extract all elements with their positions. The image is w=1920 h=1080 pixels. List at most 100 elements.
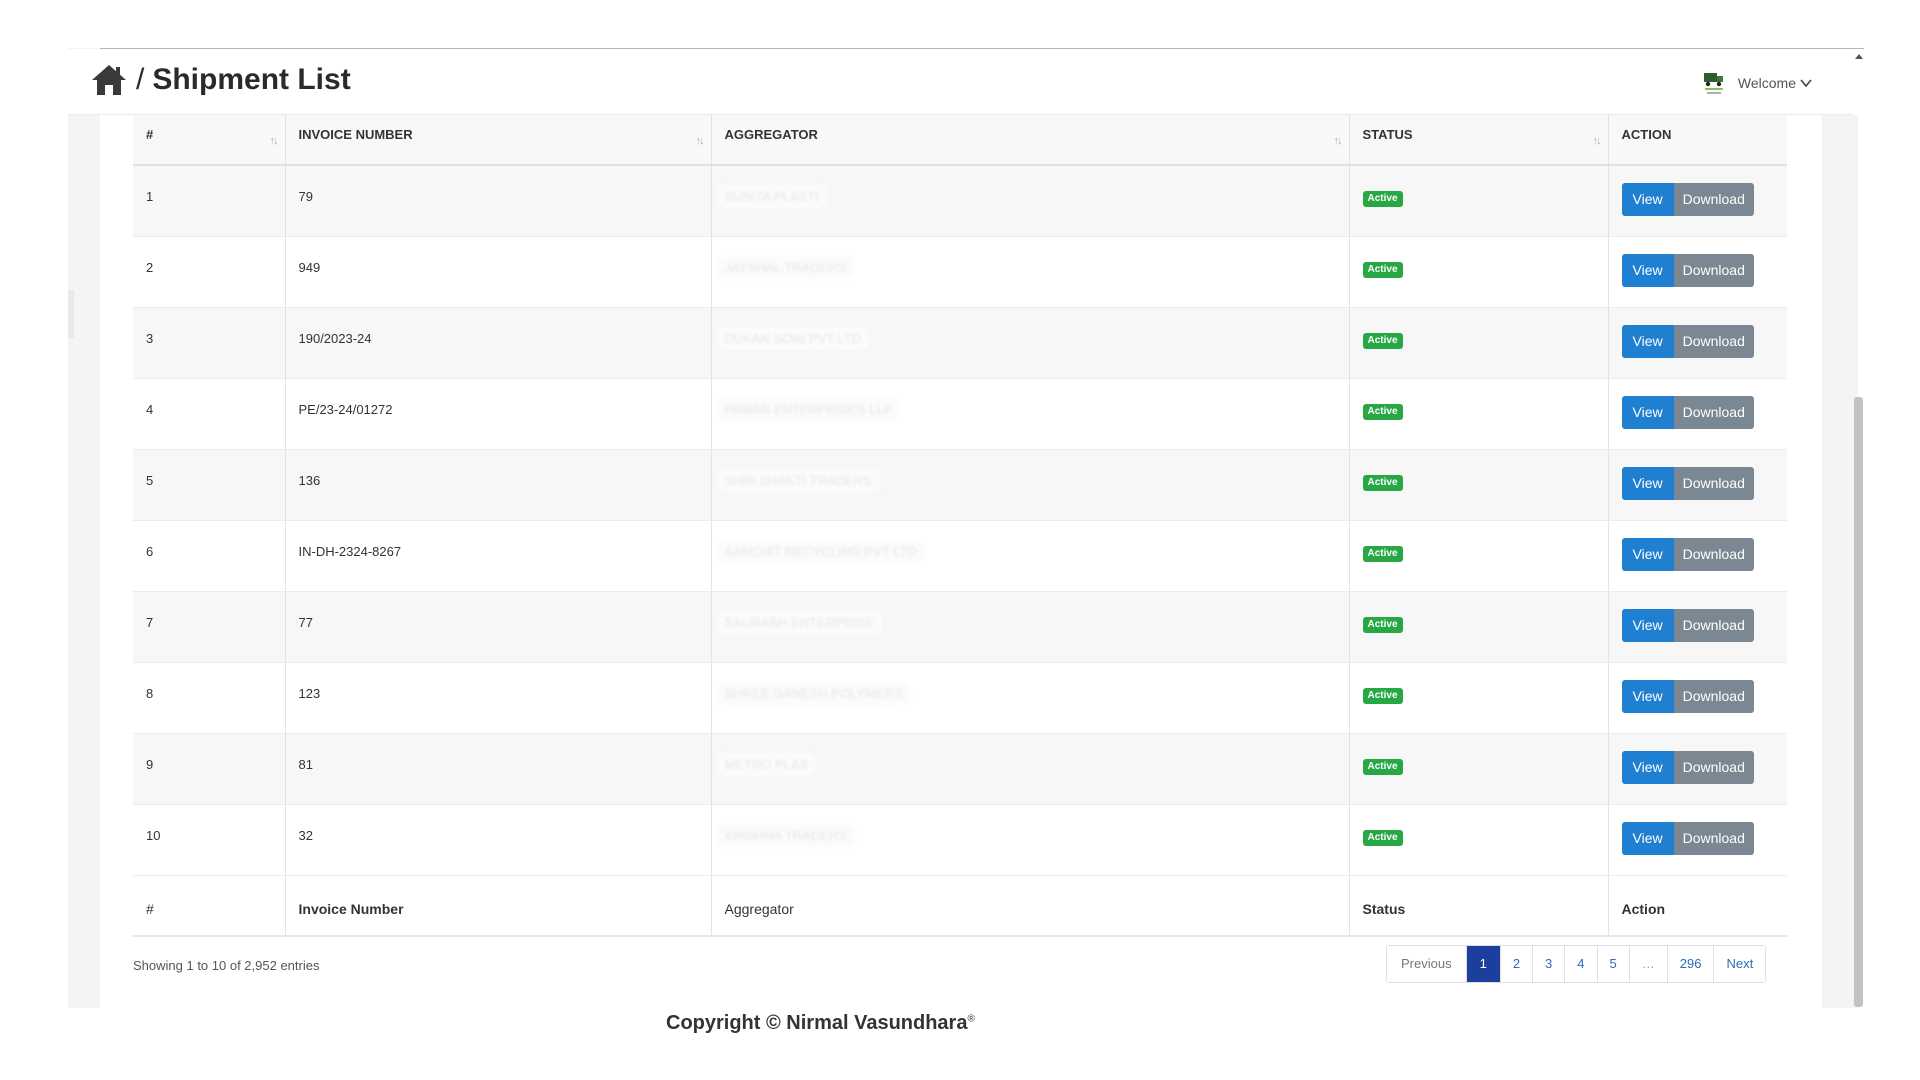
sort-icon[interactable]: ↑↓ bbox=[1593, 135, 1602, 147]
table-row: 4 PE/23-24/01272 PAWAN ENTERPRISES LLP Acti… bbox=[133, 378, 1787, 450]
download-button[interactable]: Download bbox=[1673, 608, 1754, 642]
action-button-group: View Download bbox=[1621, 466, 1754, 500]
download-button[interactable]: Download bbox=[1673, 324, 1754, 358]
action-cell: View Download bbox=[1608, 307, 1787, 379]
page-header: / Shipment List Welcome bbox=[68, 49, 1852, 115]
invoice-number: 81 bbox=[285, 733, 712, 805]
left-gutter bbox=[68, 48, 100, 1008]
aggregator-name-redacted: METRO PLAS bbox=[716, 752, 817, 776]
row-number: 7 bbox=[133, 591, 286, 663]
scrollbar-thumb[interactable] bbox=[1854, 397, 1863, 1007]
scroll-up-arrow-icon[interactable] bbox=[1855, 54, 1863, 59]
status-badge: Active bbox=[1362, 616, 1403, 633]
breadcrumb-separator: / bbox=[136, 63, 145, 96]
status-cell: Active bbox=[1349, 307, 1609, 379]
view-button[interactable]: View bbox=[1621, 324, 1674, 358]
status-badge: Active bbox=[1362, 545, 1403, 562]
view-button[interactable]: View bbox=[1621, 466, 1674, 500]
sort-icon[interactable]: ↑↓ bbox=[270, 135, 279, 147]
footer-aggregator: Aggregator bbox=[711, 874, 1350, 937]
download-button[interactable]: Download bbox=[1673, 466, 1754, 500]
download-button[interactable]: Download bbox=[1673, 253, 1754, 287]
invoice-number: 32 bbox=[285, 804, 712, 876]
action-button-group: View Download bbox=[1621, 537, 1754, 571]
view-button[interactable]: View bbox=[1621, 395, 1674, 429]
download-button[interactable]: Download bbox=[1673, 183, 1754, 216]
column-header-number[interactable]: # ↑↓ bbox=[133, 115, 286, 166]
sort-icon[interactable]: ↑↓ bbox=[696, 135, 705, 147]
action-button-group: View Download bbox=[1621, 324, 1754, 358]
chevron-down-icon[interactable] bbox=[1800, 78, 1812, 88]
pagination-page[interactable]: 4 bbox=[1565, 946, 1598, 982]
action-button-group: View Download bbox=[1621, 253, 1754, 287]
view-button[interactable]: View bbox=[1621, 750, 1674, 784]
row-number: 2 bbox=[133, 236, 286, 308]
download-button[interactable]: Download bbox=[1673, 679, 1754, 713]
aggregator-name-redacted: DUKAN SONI PVT LTD bbox=[716, 326, 870, 350]
home-icon[interactable] bbox=[90, 63, 128, 97]
aggregator-name-redacted: JAYSHAL TRADERS bbox=[716, 255, 855, 279]
view-button[interactable]: View bbox=[1621, 679, 1674, 713]
invoice-number: 123 bbox=[285, 662, 712, 734]
pagination-next[interactable]: Next bbox=[1714, 946, 1766, 982]
download-button[interactable]: Download bbox=[1673, 395, 1754, 429]
pagination-previous[interactable]: Previous bbox=[1387, 946, 1467, 982]
status-badge: Active bbox=[1362, 191, 1403, 207]
status-badge: Active bbox=[1362, 403, 1403, 420]
status-cell: Active bbox=[1349, 733, 1609, 805]
pagination-ellipsis: … bbox=[1629, 946, 1668, 982]
column-header-aggregator[interactable]: AGGREGATOR ↑↓ bbox=[711, 115, 1350, 166]
status-cell: Active bbox=[1349, 662, 1609, 734]
view-button[interactable]: View bbox=[1621, 253, 1674, 287]
table-row: 1 79 SUNITA PLASTI Active View Download bbox=[133, 165, 1787, 237]
table-footer-row: # Invoice Number Aggregator Status Actio… bbox=[133, 874, 1787, 937]
aggregator-cell: PAWAN ENTERPRISES LLP bbox=[711, 378, 1350, 450]
status-cell: Active bbox=[1349, 591, 1609, 663]
table-row: 2 949 JAYSHAL TRADERS Active View Download bbox=[133, 236, 1787, 308]
table-row: 9 81 METRO PLAS Active View Download bbox=[133, 733, 1787, 805]
aggregator-name-redacted: SUNITA PLASTI bbox=[716, 185, 827, 208]
action-button-group: View Download bbox=[1621, 750, 1754, 784]
aggregator-cell: SUNITA PLASTI bbox=[711, 165, 1350, 237]
action-cell: View Download bbox=[1608, 804, 1787, 876]
status-cell: Active bbox=[1349, 236, 1609, 308]
column-header-status[interactable]: STATUS ↑↓ bbox=[1349, 115, 1609, 166]
user-menu[interactable]: Welcome bbox=[1702, 69, 1812, 97]
view-button[interactable]: View bbox=[1621, 537, 1674, 571]
view-button[interactable]: View bbox=[1621, 608, 1674, 642]
vertical-scrollbar[interactable] bbox=[1852, 52, 1864, 1008]
welcome-label[interactable]: Welcome bbox=[1738, 75, 1796, 91]
view-button[interactable]: View bbox=[1621, 821, 1674, 855]
status-badge: Active bbox=[1362, 758, 1403, 775]
action-button-group: View Download bbox=[1621, 183, 1754, 216]
table-row: 7 77 SAURABH ENTERPRISE Active View Download bbox=[133, 591, 1787, 663]
pagination-page[interactable]: 2 bbox=[1500, 946, 1534, 982]
registered-mark: ® bbox=[967, 1013, 975, 1025]
action-cell: View Download bbox=[1608, 662, 1787, 734]
status-cell: Active bbox=[1349, 449, 1609, 521]
pagination: Previous 1 2 3 4 5… 296 Next bbox=[1386, 945, 1767, 983]
row-number: 1 bbox=[133, 165, 286, 237]
pagination-page[interactable]: 3 bbox=[1533, 946, 1566, 982]
aggregator-name-redacted: KRISHNA TRADERS bbox=[716, 823, 856, 847]
pagination-page[interactable]: 5 bbox=[1597, 946, 1630, 982]
action-cell: View Download bbox=[1608, 236, 1787, 308]
aggregator-cell: DUKAN SONI PVT LTD bbox=[711, 307, 1350, 379]
sort-icon[interactable]: ↑↓ bbox=[1334, 135, 1343, 147]
action-cell: View Download bbox=[1608, 733, 1787, 805]
pagination-page[interactable]: 296 bbox=[1667, 946, 1715, 982]
column-header-invoice-number[interactable]: INVOICE NUMBER ↑↓ bbox=[285, 115, 712, 166]
view-button[interactable]: View bbox=[1621, 183, 1674, 216]
download-button[interactable]: Download bbox=[1673, 750, 1754, 784]
action-cell: View Download bbox=[1608, 449, 1787, 521]
table-row: 6 IN-DH-2324-8267 SANCHIT RECYCLING PVT LT… bbox=[133, 520, 1787, 592]
row-number: 3 bbox=[133, 307, 286, 379]
action-button-group: View Download bbox=[1621, 679, 1754, 713]
invoice-number: PE/23-24/01272 bbox=[285, 378, 712, 450]
status-badge: Active bbox=[1362, 829, 1403, 846]
pagination-page[interactable]: 1 bbox=[1466, 946, 1501, 982]
download-button[interactable]: Download bbox=[1673, 537, 1754, 571]
download-button[interactable]: Download bbox=[1673, 821, 1754, 855]
action-button-group: View Download bbox=[1621, 821, 1754, 855]
column-header-action: ACTION bbox=[1608, 115, 1787, 166]
